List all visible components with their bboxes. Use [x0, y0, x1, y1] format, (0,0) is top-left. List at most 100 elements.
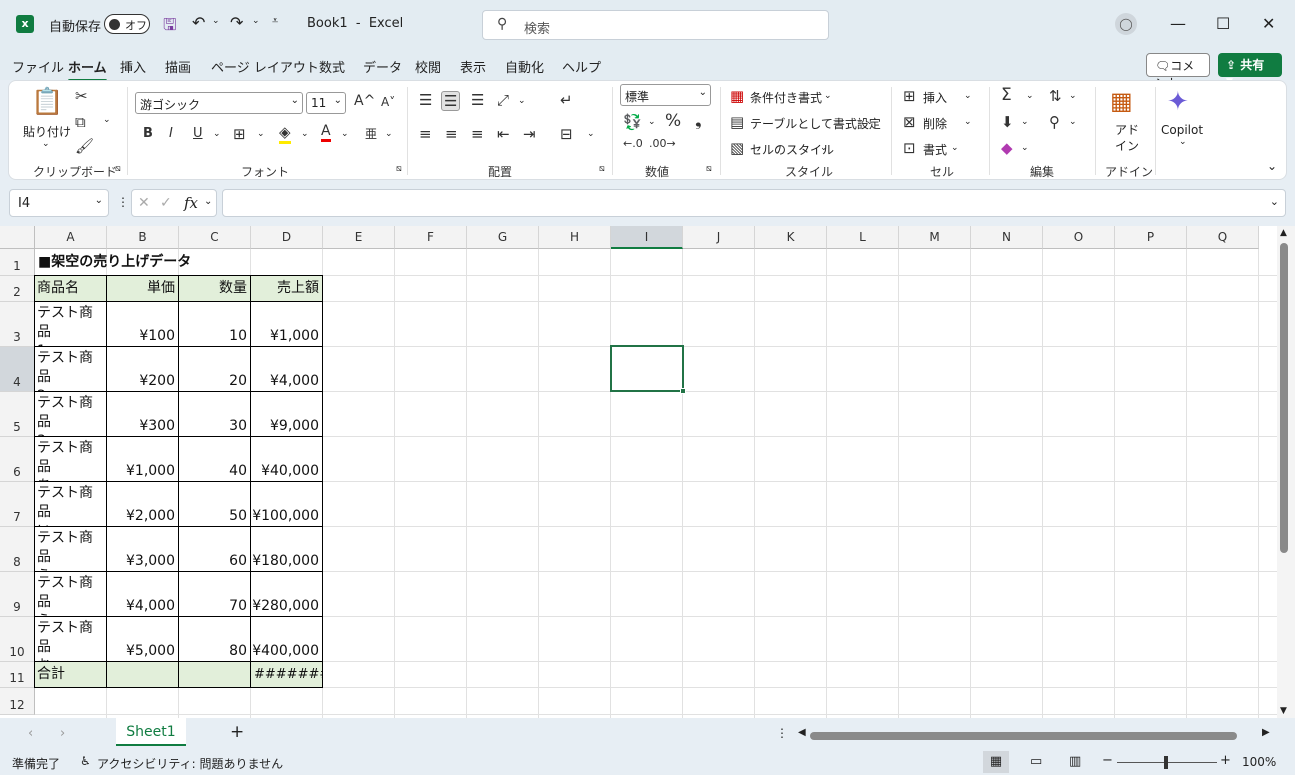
sales-amount-cell[interactable]: ¥1,000 [250, 301, 323, 347]
share-button[interactable]: ⇪ 共有 ▼ [1218, 53, 1282, 87]
paste-dropdown-icon[interactable]: ⌄ [42, 139, 50, 149]
sheet-tab-sheet1[interactable]: Sheet1 [116, 718, 186, 746]
sort-filter-icon[interactable]: ⇅ [1049, 87, 1062, 105]
redo-dropdown-icon[interactable]: ⌄ [252, 16, 260, 26]
table-title[interactable]: ■架空の売り上げデータ [38, 253, 238, 272]
paste-icon[interactable]: 📋 [31, 87, 63, 117]
column-header-h[interactable]: H [539, 226, 611, 249]
comment-button[interactable]: 🗨コメント [1146, 53, 1210, 90]
bold-icon[interactable]: B [143, 126, 153, 141]
column-header-m[interactable]: M [899, 226, 971, 249]
fill-icon[interactable]: ⬇ [1001, 113, 1014, 131]
normal-view-icon[interactable]: ▦ [983, 751, 1009, 773]
enter-icon[interactable]: ✓ [160, 195, 172, 211]
wrap-text-icon[interactable]: ↵ [560, 91, 573, 109]
format-as-table-button[interactable]: テーブルとして書式設定 [750, 115, 881, 132]
font-size-select[interactable]: 11 ⌄ [306, 92, 346, 114]
sales-amount-cell[interactable]: ¥400,000 [250, 616, 323, 662]
addins-label-line2[interactable]: イン [1115, 137, 1139, 154]
column-header-g[interactable]: G [467, 226, 539, 249]
next-sheet-icon[interactable]: › [60, 726, 65, 741]
prev-sheet-icon[interactable]: ‹ [28, 726, 33, 741]
more-options-icon[interactable]: ⋮ [117, 195, 129, 209]
collapse-ribbon-icon[interactable]: ⌄ [1267, 159, 1277, 173]
selected-cell[interactable] [610, 345, 686, 394]
zoom-in-icon[interactable]: + [1220, 753, 1231, 768]
format-cells-button[interactable]: 書式 [923, 141, 947, 158]
unit-price-cell[interactable]: ¥4,000 [106, 571, 179, 617]
cell-styles-icon[interactable]: ▧ [730, 139, 744, 157]
vertical-scrollbar[interactable]: ▲ ▼ [1277, 226, 1295, 718]
row-header-8[interactable]: 8 [0, 527, 35, 572]
product-name-cell[interactable]: テスト商品2 [34, 346, 107, 392]
addins-icon[interactable]: ▦ [1110, 87, 1133, 115]
quantity-cell[interactable]: 80 [178, 616, 251, 662]
align-left-icon[interactable]: ≡ [419, 125, 432, 143]
name-box[interactable]: I4 ⌄ [9, 189, 109, 217]
header-quantity[interactable]: 数量 [178, 275, 251, 302]
product-name-cell[interactable]: テスト商品い [34, 481, 107, 527]
page-layout-view-icon[interactable]: ▭ [1030, 754, 1042, 769]
sales-amount-cell[interactable]: ¥40,000 [250, 436, 323, 482]
total-sales-value[interactable]: ####### [250, 661, 323, 688]
sales-amount-cell[interactable]: ¥100,000 [250, 481, 323, 527]
product-name-cell[interactable]: テスト商品1 [34, 301, 107, 347]
format-as-table-icon[interactable]: ▤ [730, 113, 744, 131]
page-break-view-icon[interactable]: ▥ [1069, 754, 1081, 769]
header-sales-amount[interactable]: 売上額 [250, 275, 323, 302]
increase-indent-icon[interactable]: ⇥ [523, 125, 536, 143]
accessibility-icon[interactable]: ♿ [80, 754, 91, 768]
quantity-cell[interactable]: 70 [178, 571, 251, 617]
tab-draw[interactable]: 描画 [165, 57, 191, 76]
copilot-label[interactable]: Copilot [1161, 123, 1203, 137]
italic-icon[interactable]: I [169, 126, 173, 141]
decrease-font-icon[interactable]: A˅ [381, 95, 395, 109]
quantity-cell[interactable]: 20 [178, 346, 251, 392]
product-name-cell[interactable]: テスト商品あ [34, 436, 107, 482]
font-color-icon[interactable]: A [321, 123, 331, 142]
sales-amount-cell[interactable]: ¥180,000 [250, 526, 323, 572]
scroll-up-icon[interactable]: ▲ [1280, 228, 1287, 238]
product-name-cell[interactable]: テスト商品お [34, 616, 107, 662]
row-header-5[interactable]: 5 [0, 392, 35, 437]
cancel-icon[interactable]: ✕ [138, 195, 150, 211]
align-bottom-icon[interactable]: ☰ [471, 91, 484, 109]
search-box[interactable]: ⚲ 検索 [482, 10, 829, 40]
scroll-left-icon[interactable]: ◀ [798, 727, 806, 738]
column-header-l[interactable]: L [827, 226, 899, 249]
merge-dropdown-icon[interactable]: ⌄ [587, 129, 595, 139]
row-header-9[interactable]: 9 [0, 572, 35, 617]
column-header-j[interactable]: J [683, 226, 755, 249]
unit-price-cell[interactable]: ¥5,000 [106, 616, 179, 662]
tab-automate[interactable]: 自動化 [505, 57, 544, 76]
tab-insert[interactable]: 挿入 [120, 57, 146, 76]
worksheet-grid[interactable]: ABCDEFGHIJKLMNOPQ 1 2 3 4 5 6 7 8 9 10 11 12 ■架空の売り… [0, 226, 1277, 718]
font-name-select[interactable]: 游ゴシック ⌄ [135, 92, 303, 114]
row-header-1[interactable]: 1 [0, 249, 35, 276]
total-label[interactable]: 合計 [34, 661, 107, 688]
sales-amount-cell[interactable]: ¥280,000 [250, 571, 323, 617]
insert-cells-button[interactable]: 挿入 [923, 89, 947, 106]
accessibility-status[interactable]: アクセシビリティ: 問題ありません [97, 755, 283, 772]
tab-file[interactable]: ファイル [12, 57, 64, 76]
expand-formula-icon[interactable]: ⌄ [1270, 195, 1279, 208]
decrease-decimal-icon[interactable]: .00→ [649, 137, 676, 150]
unit-price-cell[interactable]: ¥200 [106, 346, 179, 392]
delete-cells-button[interactable]: 削除 [923, 115, 947, 132]
close-icon[interactable]: ✕ [1262, 14, 1275, 33]
align-right-icon[interactable]: ≡ [471, 125, 484, 143]
customize-qat-icon[interactable]: ⩡ [272, 14, 278, 28]
clipboard-launcher-icon[interactable]: ⧅ [115, 164, 121, 174]
column-header-k[interactable]: K [755, 226, 827, 249]
row-header-10[interactable]: 10 [0, 617, 35, 662]
find-select-icon[interactable]: ⚲ [1049, 113, 1060, 131]
header-product-name[interactable]: 商品名 [34, 275, 107, 302]
quantity-cell[interactable]: 40 [178, 436, 251, 482]
align-top-icon[interactable]: ☰ [419, 91, 432, 109]
zoom-out-icon[interactable]: − [1102, 753, 1113, 768]
maximize-icon[interactable]: ☐ [1216, 14, 1230, 33]
percent-icon[interactable]: % [665, 111, 681, 131]
insert-cells-icon[interactable]: ⊞ [903, 87, 916, 105]
autosum-icon[interactable]: Σ [1001, 85, 1012, 105]
autosave-toggle[interactable]: オフ [104, 14, 150, 34]
